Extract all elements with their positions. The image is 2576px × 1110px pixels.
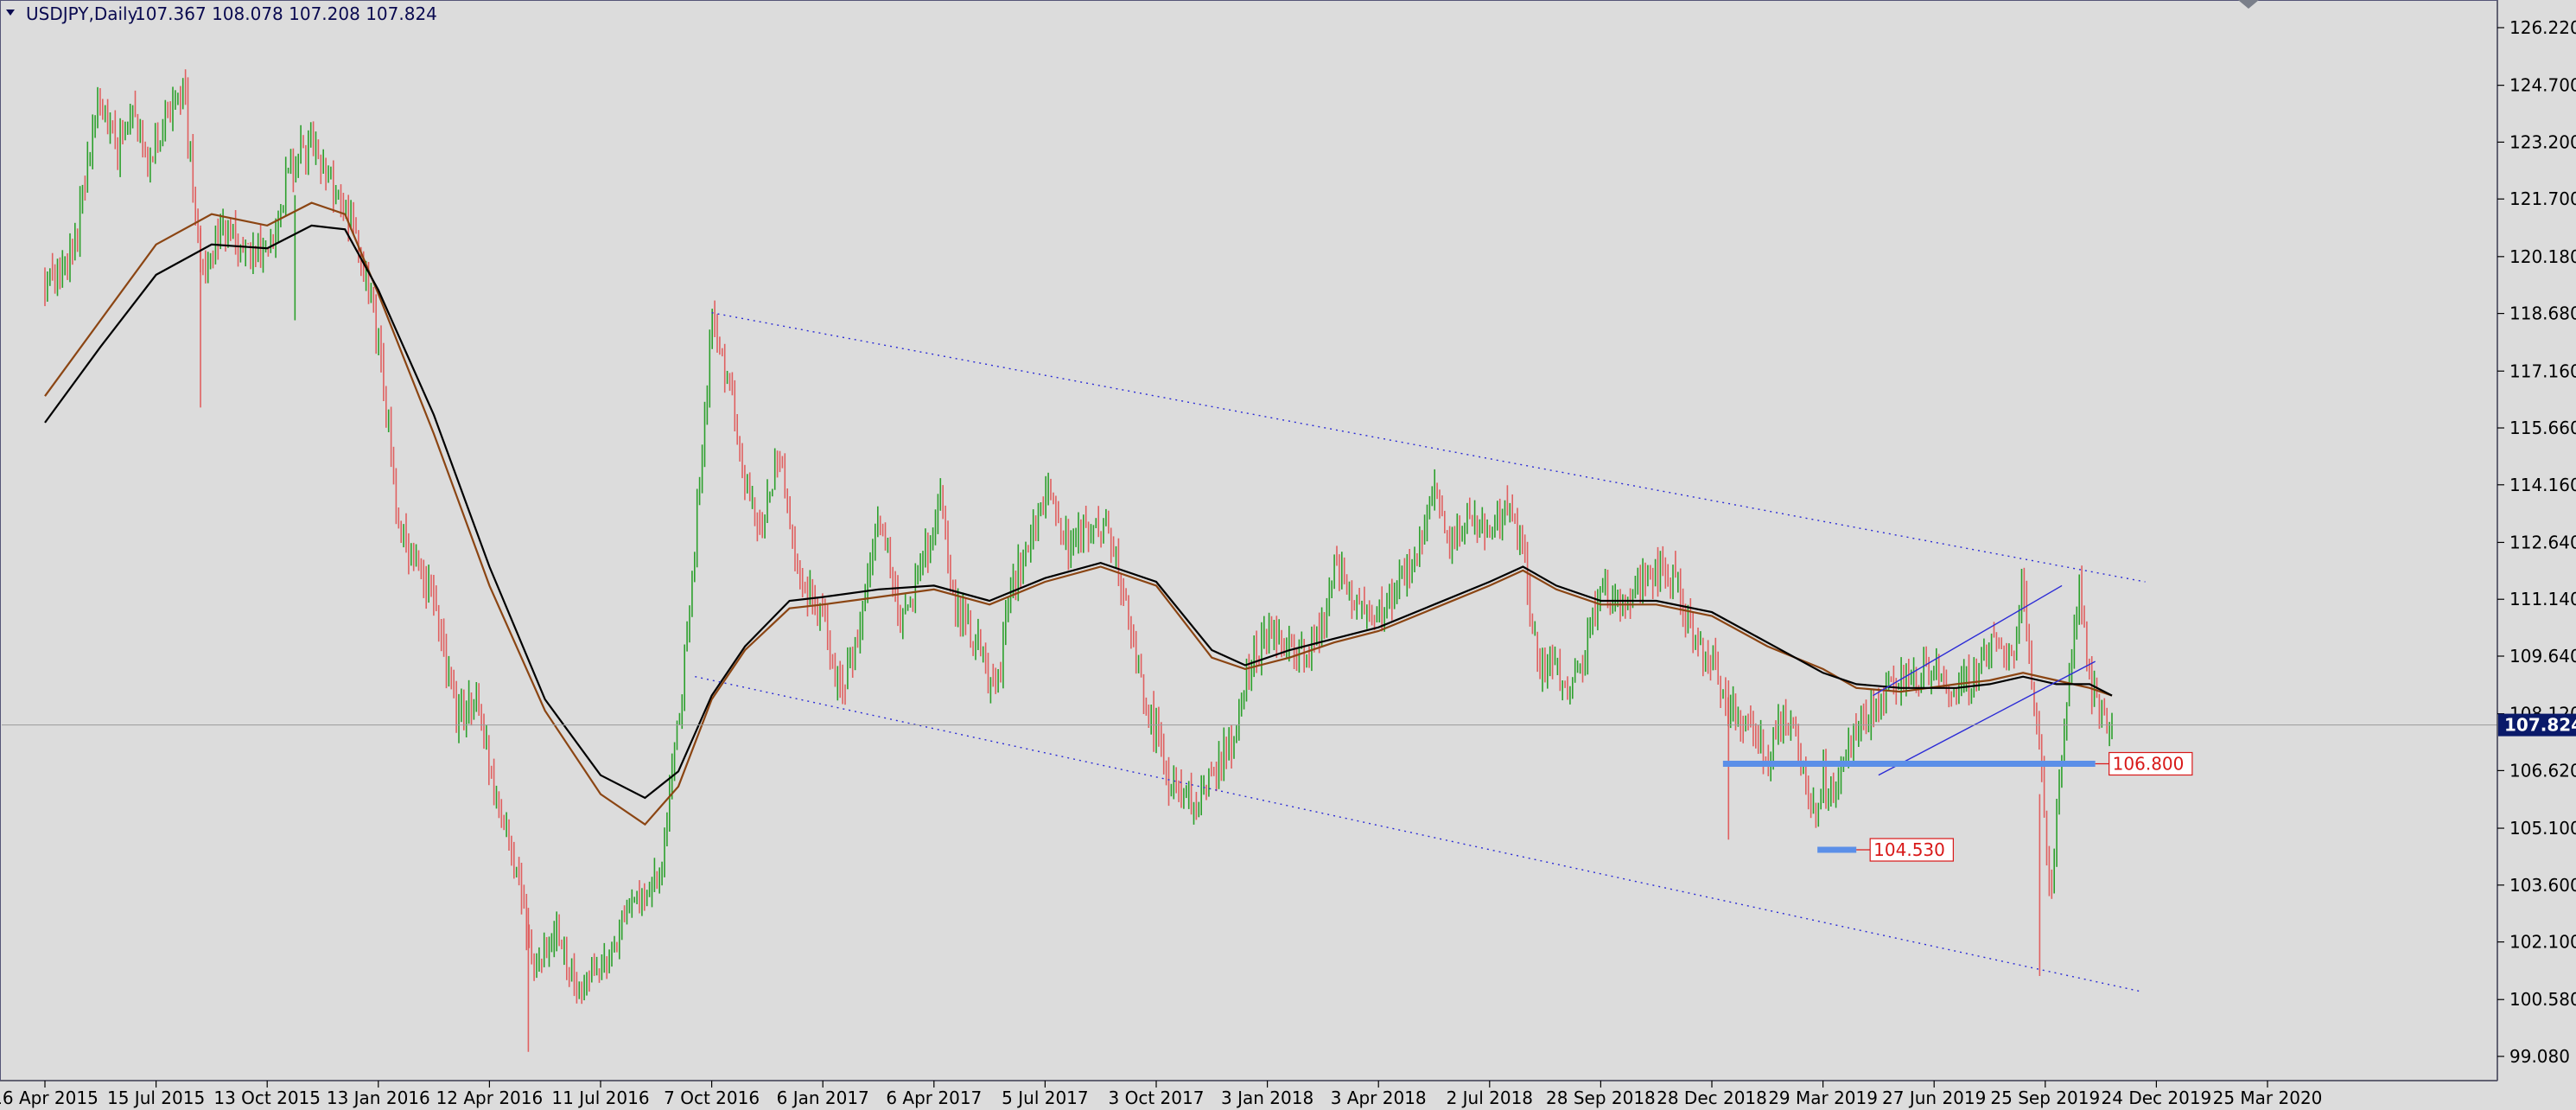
x-tick-label: 12 Apr 2016 (436, 1088, 544, 1108)
x-tick-label: 24 Dec 2019 (2102, 1088, 2212, 1108)
level-label-text: 106.800 (2113, 754, 2185, 775)
x-tick-label: 25 Sep 2019 (1990, 1088, 2100, 1108)
x-tick-label: 3 Apr 2018 (1331, 1088, 1427, 1108)
x-tick-label: 6 Apr 2017 (886, 1088, 982, 1108)
ohlc-values: 107.367 108.078 107.208 107.824 (135, 3, 437, 24)
x-tick-label: 11 Jul 2016 (551, 1088, 649, 1108)
y-tick-label: 105.100 (2509, 818, 2576, 839)
x-tick-label: 6 Jan 2017 (777, 1088, 869, 1108)
x-tick-label: 13 Jan 2016 (327, 1088, 430, 1108)
x-tick-label: 16 Apr 2015 (0, 1088, 99, 1108)
x-tick-label: 5 Jul 2017 (1002, 1088, 1088, 1108)
y-tick-label: 102.100 (2509, 932, 2576, 953)
y-tick-label: 103.600 (2509, 875, 2576, 896)
x-tick-label: 15 Jul 2015 (107, 1088, 205, 1108)
chart-window[interactable]: 106.800 104.530 126.220 124.700 123.200 121.… (0, 0, 2576, 1110)
level-label-text: 104.530 (1873, 839, 1945, 860)
y-tick-label: 120.180 (2509, 246, 2576, 267)
x-tick-label: 3 Jan 2018 (1221, 1088, 1313, 1108)
x-tick-label: 13 Oct 2015 (213, 1088, 321, 1108)
x-tick-label: 28 Sep 2018 (1546, 1088, 1656, 1108)
y-tick-label: 100.580 (2509, 989, 2576, 1010)
symbol-label: USDJPY,Daily (26, 3, 138, 24)
y-tick-label: 117.160 (2509, 360, 2576, 381)
x-tick-label: 7 Oct 2016 (664, 1088, 760, 1108)
chart-header: USDJPY,Daily 107.367 108.078 107.208 107… (6, 3, 437, 24)
x-tick-label: 3 Oct 2017 (1109, 1088, 1205, 1108)
y-tick-label: 114.160 (2509, 475, 2576, 495)
y-tick-label: 126.220 (2509, 17, 2576, 38)
x-tick-label: 2 Jul 2018 (1447, 1088, 1533, 1108)
x-tick-label: 29 Mar 2019 (1768, 1088, 1878, 1108)
y-tick-label: 111.140 (2509, 589, 2576, 609)
price-chart[interactable]: 106.800 104.530 126.220 124.700 123.200 121.… (0, 0, 2576, 1110)
y-tick-label: 124.700 (2509, 75, 2576, 96)
y-tick-label: 115.660 (2509, 418, 2576, 438)
plot-area[interactable] (0, 0, 2497, 1081)
current-price-label: 107.824 (2504, 715, 2576, 736)
y-tick-label: 112.640 (2509, 532, 2576, 552)
x-tick-label: 27 Jun 2019 (1882, 1088, 1986, 1108)
y-tick-label: 118.680 (2509, 303, 2576, 324)
x-tick-label: 28 Dec 2018 (1657, 1088, 1767, 1108)
y-tick-label: 106.620 (2509, 760, 2576, 781)
y-tick-label: 123.200 (2509, 131, 2576, 152)
x-tick-label: 25 Mar 2020 (2213, 1088, 2323, 1108)
y-tick-label: 109.640 (2509, 646, 2576, 667)
y-tick-label: 99.080 (2509, 1046, 2570, 1067)
y-tick-label: 121.700 (2509, 188, 2576, 209)
